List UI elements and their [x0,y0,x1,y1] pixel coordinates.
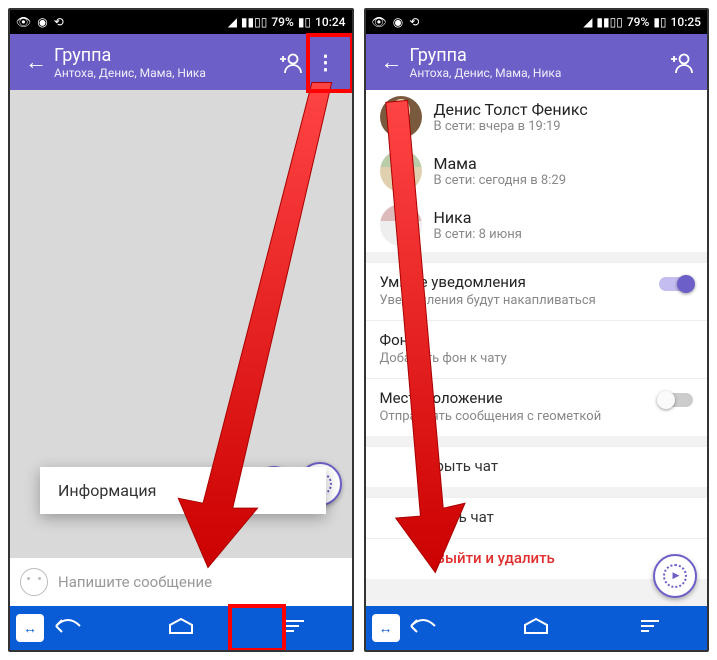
switch-smart-notifications[interactable] [659,277,693,291]
nav-bar: ↔ [10,606,352,650]
member-name: Ника [434,208,522,227]
battery-text: 79% [627,15,649,29]
member-status: В сети: вчера в 19:19 [434,119,588,134]
avatar [380,150,422,192]
sticker-icon[interactable] [20,568,48,596]
add-user-icon [669,51,693,73]
chat-title: Группа [54,45,272,66]
battery-text: 79% [271,15,293,29]
context-menu: Информация [40,467,326,514]
phone-right: 👁 ◉ ⟲ ◢ ▮▮▯▯ 79% ▮▯ 10:25 ← Группа Антох… [364,8,710,652]
switch-location[interactable] [659,393,693,407]
chat-subtitle: Антоха, Денис, Мама, Ника [54,66,272,80]
setting-hide-chat[interactable]: рыть чат [366,446,708,487]
battery-icon: ▮▯ [653,15,666,29]
setting-title: Умные уведомления [380,273,694,291]
add-member-button[interactable] [663,44,699,80]
app-bar: ← Группа Антоха, Денис, Мама, Ника ⋮ [10,34,352,90]
eye-icon: 👁 [372,15,387,29]
clock: 10:24 [315,15,345,29]
sync-icon: ⟲ [54,15,64,29]
add-user-icon [278,51,302,73]
group-info-panel: Денис Толст Феникс В сети: вчера в 19:19… [366,90,708,606]
setting-title: тить чат [436,508,694,526]
menu-item-info[interactable]: Информация [58,481,308,500]
setting-desc: Добавить фон к чату [380,351,694,366]
clock: 10:25 [671,15,701,29]
chat-subtitle: Антоха, Денис, Мама, Ника [410,66,664,80]
member-row[interactable]: Мама В сети: сегодня в 8:29 [366,144,708,198]
setting-title: Выйти и удалить [436,549,694,567]
message-input[interactable]: Напишите сообщение [58,573,342,591]
setting-background[interactable]: Фон Добавить фон к чату [366,320,708,378]
member-row[interactable]: Денис Толст Феникс В сети: вчера в 19:19 [366,90,708,144]
chat-title: Группа [410,45,664,66]
status-bar: 👁 ◉ ⟲ ◢ ▮▮▯▯ 79% ▮▯ 10:25 [366,10,708,34]
member-status: В сети: сегодня в 8:29 [434,173,567,188]
nav-bar: ↔ [366,606,708,650]
sync-icon: ⟲ [409,15,419,29]
battery-icon: ▮▯ [298,15,311,29]
nav-recent[interactable] [620,618,680,639]
status-bar: 👁 ◉ ⟲ ◢ ▮▮▯▯ 79% ▮▯ 10:24 [10,10,352,34]
sim-icon: ◢ [228,15,237,29]
setting-title: рыть чат [436,457,694,475]
member-row[interactable]: Ника В сети: 8 июня [366,198,708,252]
message-input-bar: Напишите сообщение [10,558,352,606]
phone-left: 👁 ◉ ⟲ ◢ ▮▮▯▯ 79% ▮▯ 10:24 ← Группа Антох… [8,8,354,652]
setting-smart-notifications[interactable]: Умные уведомления Уведомления будут нака… [366,262,708,320]
setting-desc: Уведомления будут накапливаться [380,293,694,308]
nav-home[interactable] [151,617,211,640]
add-member-button[interactable] [272,44,308,80]
sim-icon: ◢ [583,15,592,29]
overflow-menu-button[interactable]: ⋮ [308,44,344,80]
app-bar: ← Группа Антоха, Денис, Мама, Ника [366,34,708,90]
back-button[interactable]: ← [18,49,54,75]
signal-icon: ▮▮▯▯ [241,15,267,29]
nav-recent[interactable] [265,618,325,639]
teamviewer-icon[interactable]: ↔ [372,614,400,642]
teamviewer-status-icon: ◉ [393,15,403,29]
nav-back[interactable] [392,618,452,639]
nav-home[interactable] [506,617,566,640]
avatar [380,96,422,138]
setting-desc: Отправлять сообщения с геометкой [380,409,694,424]
chat-body: 📷 Информация [10,90,352,558]
teamviewer-status-icon: ◉ [37,15,47,29]
setting-title: Фон [380,331,694,349]
member-name: Денис Толст Феникс [434,100,588,119]
voice-fab[interactable] [653,554,697,598]
nav-back[interactable] [37,618,97,639]
avatar [380,204,422,246]
teamviewer-icon[interactable]: ↔ [16,614,44,642]
member-name: Мама [434,154,567,173]
back-button[interactable]: ← [374,49,410,75]
setting-clear-chat[interactable]: тить чат [366,497,708,538]
eye-icon: 👁 [16,15,31,29]
setting-location[interactable]: Местоположение Отправлять сообщения с ге… [366,378,708,436]
signal-icon: ▮▮▯▯ [596,15,622,29]
setting-title: Местоположение [380,389,694,407]
member-status: В сети: 8 июня [434,227,522,242]
